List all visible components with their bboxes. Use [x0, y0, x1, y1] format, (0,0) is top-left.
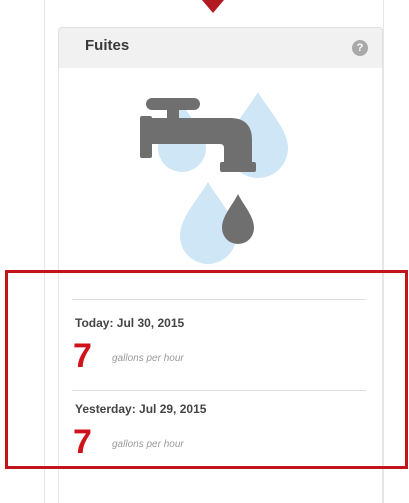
today-unit: gallons per hour	[112, 353, 184, 364]
divider	[72, 390, 366, 391]
widget-header: Fuites ?	[58, 27, 383, 69]
today-value: 7	[73, 337, 92, 375]
yesterday-value: 7	[73, 423, 92, 461]
leaks-widget-screenshot: Fuites ? Today: Jul 30, 2015 7 gallons p…	[0, 0, 409, 503]
yesterday-label: Yesterday: Jul 29, 2015	[75, 402, 207, 416]
yesterday-unit: gallons per hour	[112, 439, 184, 450]
help-icon[interactable]: ?	[352, 40, 368, 56]
divider	[72, 299, 366, 300]
faucet-leak-icon	[140, 92, 288, 264]
today-label: Today: Jul 30, 2015	[75, 316, 185, 330]
pointer-arrow-icon	[202, 0, 224, 13]
falling-drop-icon	[222, 194, 254, 244]
widget-title: Fuites	[85, 37, 130, 54]
